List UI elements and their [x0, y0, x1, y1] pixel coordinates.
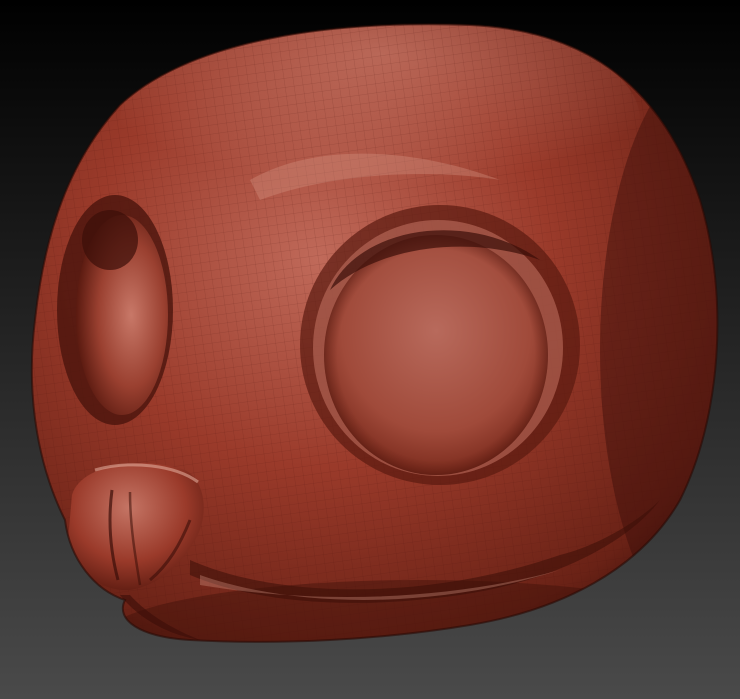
zbrush-viewport[interactable]: [0, 0, 740, 699]
right-eye-socket: [300, 205, 580, 485]
viewport-canvas[interactable]: [0, 0, 740, 699]
left-eye-socket: [57, 195, 173, 425]
